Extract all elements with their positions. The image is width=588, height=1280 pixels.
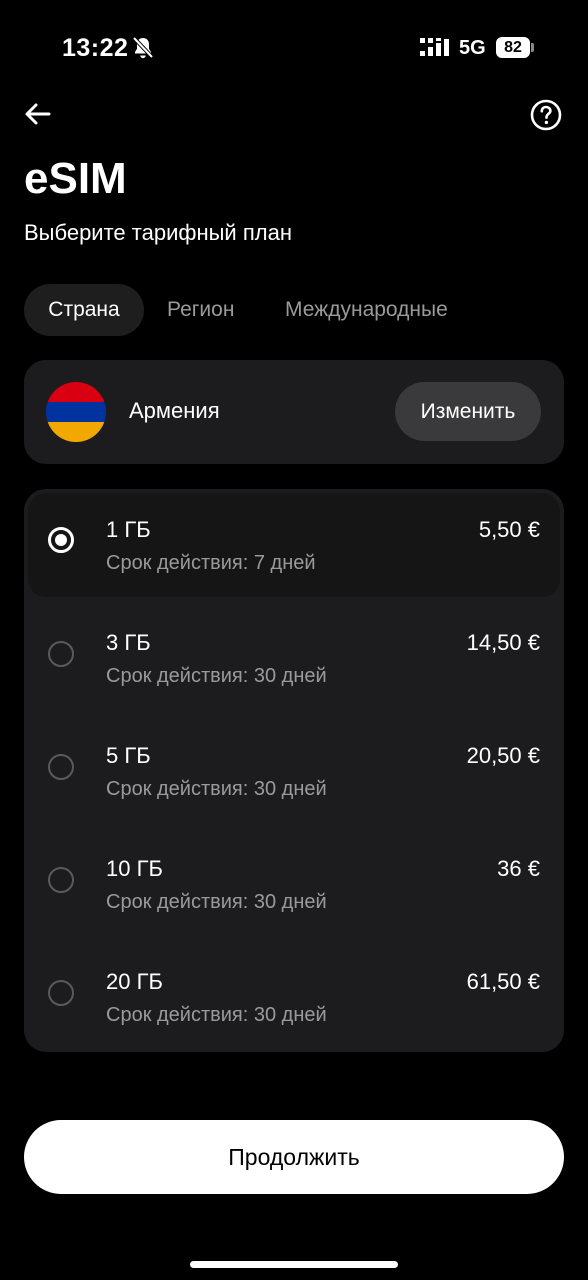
page-subtitle: Выберите тарифный план [24, 220, 292, 245]
tab-region[interactable]: Регион [167, 284, 234, 336]
armenia-flag-icon [46, 382, 106, 442]
plan-option-10gb[interactable]: 10 ГБ Срок действия: 30 дней 36 € [24, 827, 564, 933]
plan-validity: Срок действия: 30 дней [106, 1004, 327, 1026]
radio-button-selected[interactable] [48, 527, 74, 553]
plan-option-1gb[interactable]: 1 ГБ Срок действия: 7 дней 5,50 € [24, 489, 564, 601]
continue-button[interactable]: Продолжить [24, 1120, 564, 1194]
plans-list: 1 ГБ Срок действия: 7 дней 5,50 € 3 ГБ С… [24, 489, 564, 1052]
radio-button[interactable] [48, 867, 74, 893]
tab-international[interactable]: Международные [285, 284, 448, 336]
bell-off-icon [132, 36, 154, 59]
change-country-button[interactable]: Изменить [395, 382, 541, 441]
plan-size: 3 ГБ [106, 630, 151, 655]
plan-option-5gb[interactable]: 5 ГБ Срок действия: 30 дней 20,50 € [24, 714, 564, 820]
country-name: Армения [129, 398, 220, 423]
plan-price: 14,50 € [466, 630, 540, 655]
battery-tip [531, 43, 534, 52]
status-time: 13:22 [62, 34, 129, 62]
plan-option-3gb[interactable]: 3 ГБ Срок действия: 30 дней 14,50 € [24, 601, 564, 707]
plan-size: 5 ГБ [106, 743, 151, 768]
plan-size: 10 ГБ [106, 856, 163, 881]
plan-validity: Срок действия: 30 дней [106, 891, 327, 913]
question-circle-icon[interactable] [529, 98, 563, 132]
plan-price: 61,50 € [466, 969, 540, 994]
plan-validity: Срок действия: 7 дней [106, 552, 316, 574]
country-card: Армения Изменить [24, 360, 564, 464]
plan-option-20gb[interactable]: 20 ГБ Срок действия: 30 дней 61,50 € [24, 940, 564, 1046]
page-title: eSIM [24, 154, 127, 203]
radio-button[interactable] [48, 980, 74, 1006]
signal-icon [420, 38, 449, 56]
network-type: 5G [459, 37, 486, 59]
arrow-left-icon[interactable] [22, 98, 54, 130]
battery-indicator: 82 [496, 37, 530, 58]
plan-validity: Срок действия: 30 дней [106, 778, 327, 800]
plan-price: 20,50 € [466, 743, 540, 768]
radio-button[interactable] [48, 641, 74, 667]
radio-button[interactable] [48, 754, 74, 780]
tab-country[interactable]: Страна [24, 284, 144, 336]
plan-size: 20 ГБ [106, 969, 163, 994]
home-indicator[interactable] [190, 1261, 398, 1268]
selected-highlight [28, 493, 560, 597]
plan-price: 5,50 € [478, 517, 540, 542]
plan-size: 1 ГБ [106, 517, 151, 542]
status-bar: 13:22 5G 82 [0, 0, 588, 96]
plan-price: 36 € [497, 856, 540, 881]
plan-validity: Срок действия: 30 дней [106, 665, 327, 687]
